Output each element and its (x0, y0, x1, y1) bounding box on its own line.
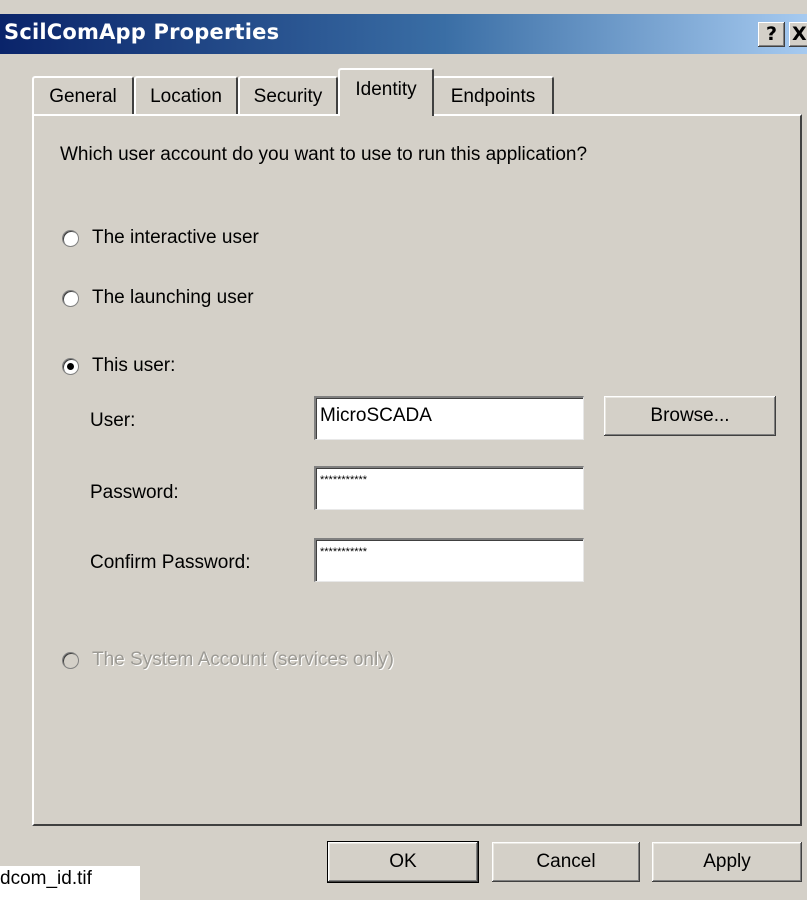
properties-dialog: ScilComApp Properties ? X General Locati… (0, 0, 807, 900)
browse-button[interactable]: Browse... (604, 396, 776, 436)
title-bar[interactable]: ScilComApp Properties ? X (0, 14, 807, 54)
user-input[interactable]: MicroSCADA (314, 396, 584, 440)
account-question: Which user account do you want to use to… (60, 144, 588, 165)
launching-user-label[interactable]: The launching user (92, 287, 254, 309)
cancel-button[interactable]: Cancel (492, 842, 640, 882)
password-label: Password: (90, 482, 179, 503)
tab-identity[interactable]: Identity (338, 68, 434, 116)
password-input[interactable]: *********** (314, 466, 584, 510)
confirm-password-label: Confirm Password: (90, 552, 251, 573)
radio-system-account (62, 652, 79, 669)
radio-this-user[interactable] (62, 358, 79, 375)
window-title: ScilComApp Properties (4, 20, 280, 44)
system-account-label: The System Account (services only) (92, 649, 394, 670)
apply-button[interactable]: Apply (652, 842, 802, 882)
close-button[interactable]: X (789, 22, 807, 47)
radio-launching-user[interactable] (62, 290, 79, 307)
confirm-password-input[interactable]: *********** (314, 538, 584, 582)
user-label: User: (90, 410, 136, 431)
tab-security[interactable]: Security (238, 76, 338, 114)
ok-button[interactable]: OK (327, 841, 479, 883)
tab-location[interactable]: Location (134, 76, 238, 114)
interactive-user-label[interactable]: The interactive user (92, 227, 259, 249)
tab-general[interactable]: General (32, 76, 134, 114)
this-user-label[interactable]: This user: (92, 355, 175, 377)
help-button[interactable]: ? (758, 22, 785, 47)
tab-endpoints[interactable]: Endpoints (432, 76, 554, 114)
radio-interactive-user[interactable] (62, 230, 79, 247)
image-caption: dcom_id.tif (0, 866, 140, 900)
